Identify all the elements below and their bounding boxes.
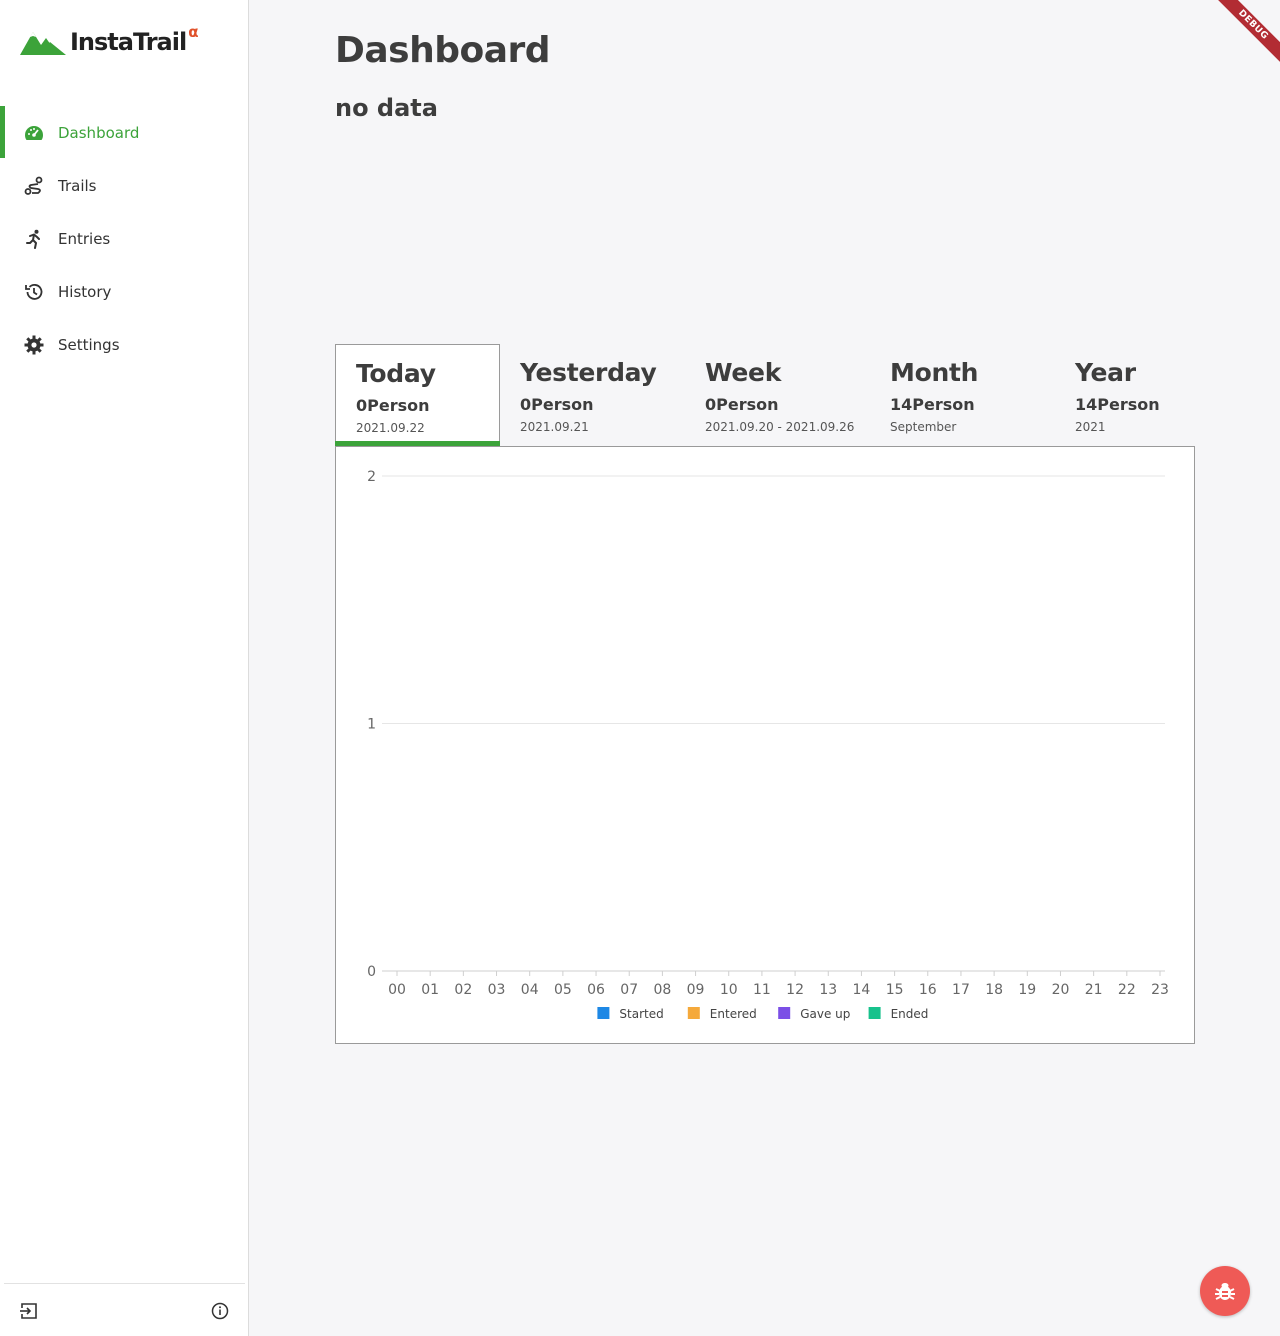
- x-tick-label: 12: [786, 982, 804, 998]
- history-icon: [24, 282, 44, 302]
- info-button[interactable]: [209, 1300, 231, 1322]
- x-tick-label: 01: [421, 982, 439, 998]
- legend-label: Entered: [710, 1007, 757, 1021]
- legend-swatch: [868, 1007, 881, 1019]
- y-tick-label: 0: [367, 964, 376, 980]
- tab-count: 14Person: [1075, 395, 1160, 414]
- bug-icon: [1215, 1283, 1235, 1300]
- y-tick-label: 1: [367, 717, 376, 733]
- info-icon: [211, 1302, 229, 1320]
- x-tick-label: 15: [886, 982, 904, 998]
- x-tick-label: 23: [1151, 982, 1169, 998]
- sidebar-item-entries[interactable]: Entries: [0, 212, 248, 265]
- x-tick-label: 14: [853, 982, 871, 998]
- tab-subtitle: 2021.09.20 - 2021.09.26: [705, 420, 855, 434]
- x-tick-label: 06: [587, 982, 605, 998]
- x-tick-label: 05: [554, 982, 572, 998]
- sidebar-item-history[interactable]: History: [0, 265, 248, 318]
- x-tick-label: 13: [819, 982, 837, 998]
- x-tick-label: 21: [1085, 982, 1103, 998]
- hourly-bar-chart: 01200 01 02 03 04 05 06 07 08 09 10 11 12 13 14 15 16 17 1…: [367, 469, 1169, 1021]
- x-tick-label: 00: [388, 982, 406, 998]
- x-tick-label: 08: [653, 982, 671, 998]
- tab-yesterday[interactable]: Yesterday 0Person 2021.09.21: [500, 344, 685, 446]
- x-tick-label: 17: [952, 982, 970, 998]
- tab-title: Year: [1075, 358, 1136, 387]
- tab-count: 14Person: [890, 395, 975, 414]
- x-tick-label: 19: [1018, 982, 1036, 998]
- debug-banner: DEBUG: [1202, 0, 1280, 76]
- x-tick-label: 10: [720, 982, 738, 998]
- gear-icon: [24, 335, 44, 355]
- logo-text: InstaTrail: [70, 28, 187, 56]
- logout-button[interactable]: [18, 1300, 40, 1322]
- legend-label: Gave up: [800, 1007, 850, 1021]
- x-tick-label: 09: [687, 982, 705, 998]
- legend-swatch: [597, 1007, 610, 1019]
- y-tick-label: 2: [367, 469, 376, 485]
- logo-alpha: α: [188, 23, 199, 41]
- x-tick-label: 22: [1118, 982, 1136, 998]
- debug-bug-button[interactable]: [1200, 1266, 1250, 1316]
- tab-title: Today: [356, 359, 436, 388]
- tab-month[interactable]: Month 14Person September: [870, 344, 1055, 446]
- tab-subtitle: 2021.09.22: [356, 421, 425, 435]
- period-tabs: Today 0Person 2021.09.22 Yesterday 0Pers…: [335, 344, 1195, 446]
- tab-subtitle: 2021: [1075, 420, 1106, 434]
- sidebar-item-label: Dashboard: [58, 123, 140, 142]
- sidebar-item-label: History: [58, 282, 112, 301]
- tab-title: Week: [705, 358, 782, 387]
- route-icon: [24, 176, 44, 196]
- status-text: no data: [335, 94, 438, 122]
- tab-title: Yesterday: [520, 358, 657, 387]
- tab-count: 0Person: [356, 396, 430, 415]
- tab-year[interactable]: Year 14Person 2021: [1055, 344, 1195, 446]
- sidebar-item-dashboard[interactable]: Dashboard: [0, 106, 248, 159]
- x-tick-label: 11: [753, 982, 771, 998]
- tab-subtitle: September: [890, 420, 957, 434]
- x-tick-label: 04: [521, 982, 539, 998]
- sidebar: InstaTrail α Dashboard Trails Entries Hi…: [0, 0, 249, 1336]
- x-tick-label: 18: [985, 982, 1003, 998]
- runner-icon: [24, 229, 44, 249]
- tab-subtitle: 2021.09.21: [520, 420, 589, 434]
- sidebar-item-label: Trails: [58, 176, 97, 195]
- sidebar-item-settings[interactable]: Settings: [0, 318, 248, 371]
- sidebar-item-label: Entries: [58, 229, 111, 248]
- mountain-logo-icon: [20, 32, 66, 55]
- tab-week[interactable]: Week 0Person 2021.09.20 - 2021.09.26: [685, 344, 870, 446]
- app-logo[interactable]: InstaTrail α: [20, 23, 199, 58]
- speedometer-icon: [24, 123, 44, 143]
- logout-icon: [20, 1303, 37, 1319]
- x-tick-label: 07: [620, 982, 638, 998]
- legend-swatch: [687, 1007, 700, 1019]
- sidebar-item-trails[interactable]: Trails: [0, 159, 248, 212]
- sidebar-nav: Dashboard Trails Entries History Setting…: [0, 106, 248, 371]
- tab-title: Month: [890, 358, 979, 387]
- legend-swatch: [778, 1007, 791, 1019]
- hourly-chart-panel: 0 1 2 00 01 02 03 04 05 06 07 08 09 10 11 12 13 14 15 16 17 1…: [335, 446, 1195, 1044]
- x-tick-label: 03: [488, 982, 506, 998]
- x-tick-label: 20: [1052, 982, 1070, 998]
- x-tick-label: 02: [454, 982, 472, 998]
- page-title: Dashboard: [335, 30, 551, 71]
- sidebar-item-label: Settings: [58, 335, 120, 354]
- tab-count: 0Person: [705, 395, 779, 414]
- sidebar-footer: [4, 1283, 245, 1336]
- tab-count: 0Person: [520, 395, 594, 414]
- legend-label: Ended: [891, 1007, 929, 1021]
- legend-label: Started: [619, 1007, 663, 1021]
- tab-today[interactable]: Today 0Person 2021.09.22: [335, 344, 500, 446]
- x-tick-label: 16: [919, 982, 937, 998]
